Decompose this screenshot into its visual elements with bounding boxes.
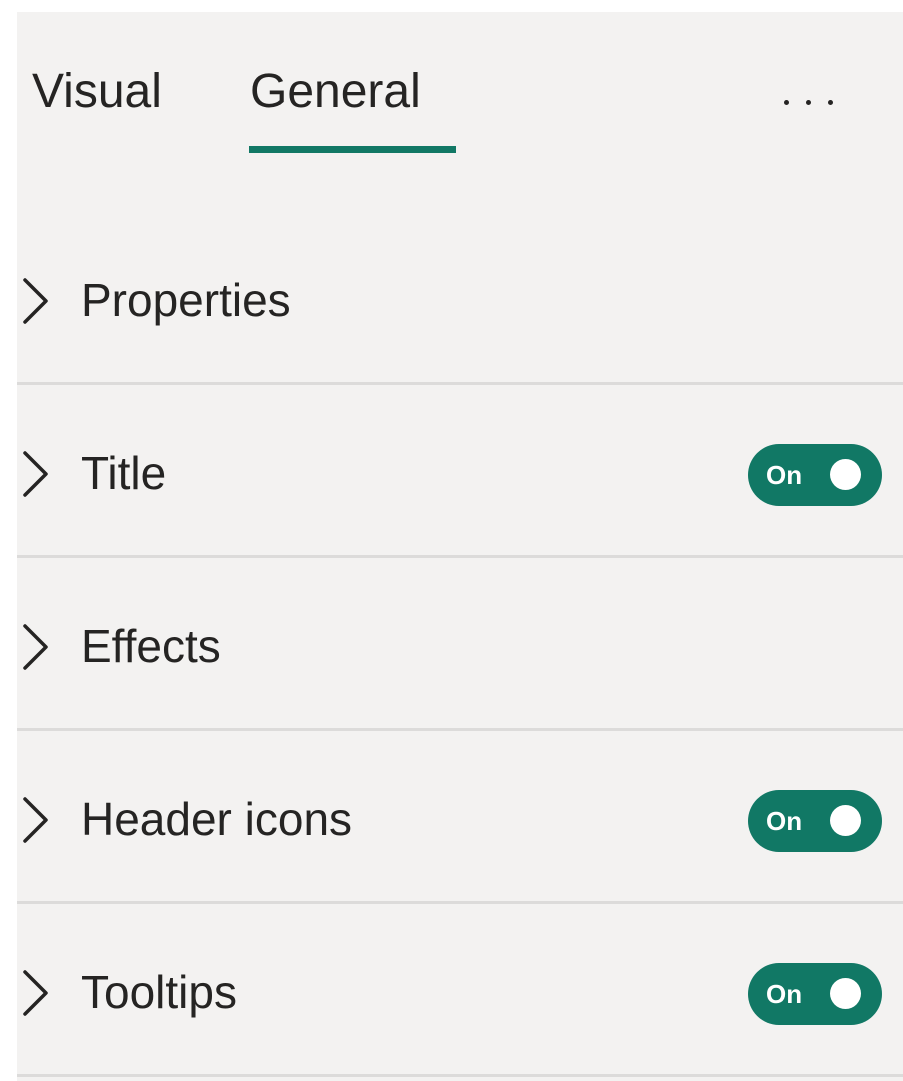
toggle-knob: [830, 978, 861, 1009]
toggle-state-label: On: [766, 806, 803, 836]
section-header-icons[interactable]: Header icons On: [17, 731, 903, 904]
section-effects[interactable]: Effects: [17, 558, 903, 731]
section-label: Tooltips: [81, 966, 237, 1018]
toggle-knob: [830, 805, 861, 836]
section-properties[interactable]: Properties: [17, 212, 903, 385]
header-icons-toggle[interactable]: On: [748, 790, 882, 852]
chevron-right-icon: [23, 797, 48, 843]
more-options-icon-dot: [828, 100, 833, 105]
format-pane: Visual General Properties Title On Effec…: [17, 12, 903, 1081]
toggle-state-label: On: [766, 979, 803, 1009]
section-tooltips[interactable]: Tooltips On: [17, 904, 903, 1077]
section-label: Effects: [81, 620, 221, 672]
more-options-icon: [784, 100, 789, 105]
chevron-right-icon: [23, 451, 48, 497]
active-tab-indicator: [249, 146, 456, 153]
chevron-right-icon: [23, 278, 48, 324]
tab-visual[interactable]: Visual: [32, 62, 162, 122]
tooltips-toggle[interactable]: On: [748, 963, 882, 1025]
section-label: Title: [81, 447, 167, 499]
tab-general[interactable]: General: [250, 62, 421, 122]
chevron-right-icon: [23, 970, 48, 1016]
toggle-knob: [830, 459, 861, 490]
title-toggle[interactable]: On: [748, 444, 882, 506]
toggle-state-label: On: [766, 460, 803, 490]
section-title[interactable]: Title On: [17, 385, 903, 558]
more-options-button[interactable]: [775, 84, 855, 124]
section-label: Header icons: [81, 793, 353, 845]
section-list: Properties Title On Effects Header icons: [17, 212, 903, 1077]
section-label: Properties: [81, 274, 291, 326]
more-options-icon-dot: [806, 100, 811, 105]
tab-bar: Visual General: [17, 12, 903, 172]
chevron-right-icon: [23, 624, 48, 670]
